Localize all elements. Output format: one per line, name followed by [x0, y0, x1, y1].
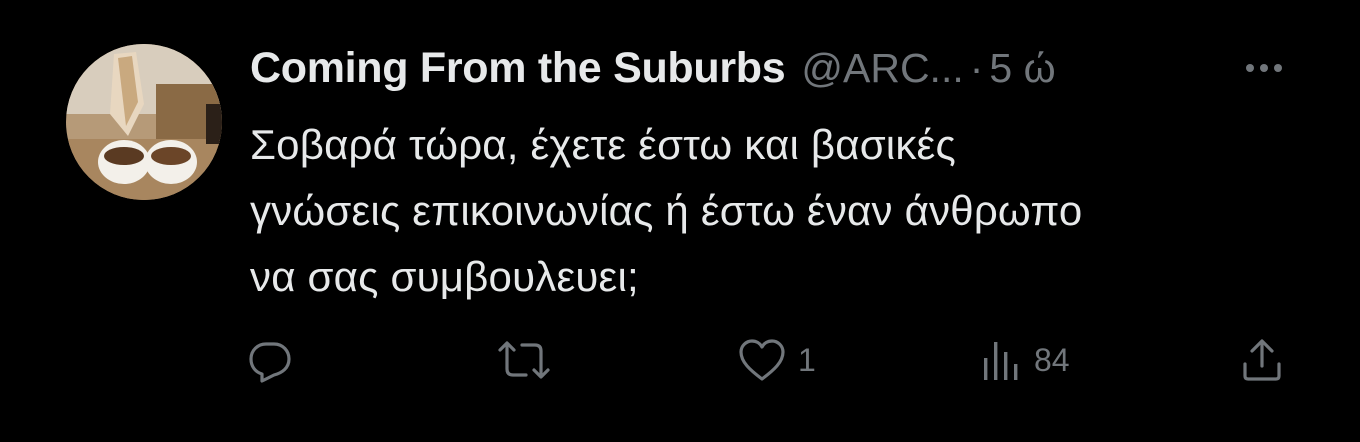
- views-icon: [980, 336, 1024, 384]
- tweet-header: Coming From the Suburbs @ARC... · 5 ώ: [250, 40, 1056, 96]
- reply-icon: [246, 336, 294, 384]
- share-button[interactable]: [1238, 330, 1286, 390]
- like-button[interactable]: 1: [736, 330, 816, 390]
- timestamp[interactable]: 5 ώ: [989, 45, 1055, 92]
- separator-dot: ·: [969, 44, 984, 91]
- avatar[interactable]: [66, 44, 222, 200]
- user-handle[interactable]: @ARC...: [801, 45, 963, 92]
- heart-icon: [736, 336, 788, 384]
- more-options-icon[interactable]: [1240, 50, 1288, 86]
- views-button[interactable]: 84: [980, 330, 1070, 390]
- like-count: 1: [798, 341, 816, 378]
- retweet-button[interactable]: [494, 330, 564, 390]
- reply-button[interactable]: [246, 330, 294, 390]
- retweet-icon: [494, 336, 554, 384]
- views-count: 84: [1034, 341, 1070, 378]
- display-name[interactable]: Coming From the Suburbs: [250, 44, 786, 93]
- share-icon: [1238, 336, 1286, 384]
- tweet-card[interactable]: Coming From the Suburbs @ARC... · 5 ώ Σο…: [0, 0, 1360, 442]
- tweet-text: Σοβαρά τώρα, έχετε έστω και βασικές γνώσ…: [250, 121, 1083, 300]
- action-bar: 1 84: [0, 330, 1360, 390]
